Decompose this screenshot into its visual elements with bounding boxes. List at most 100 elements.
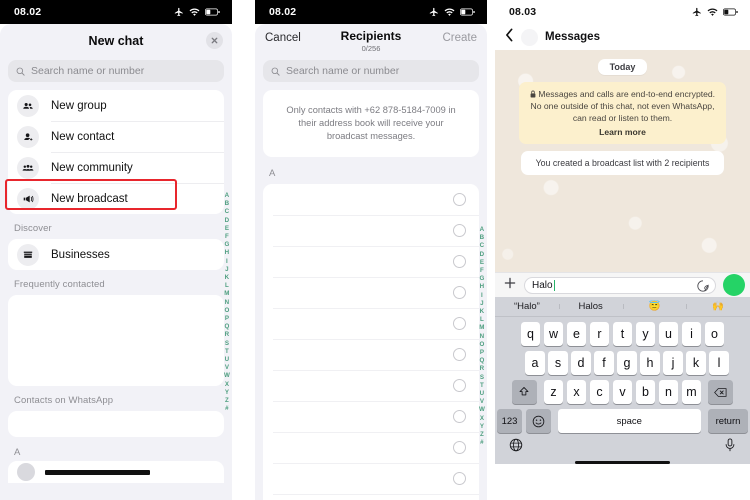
alphabet-index-letter[interactable]: C [225,208,230,216]
alphabet-index-letter[interactable]: O [224,307,229,315]
key-l[interactable]: l [709,351,729,375]
alphabet-index-letter[interactable]: T [225,348,229,356]
suggestion-item[interactable]: 🙌 [686,301,750,312]
contact-row[interactable] [263,494,479,500]
contact-row[interactable] [263,432,479,463]
suggestion-item[interactable]: 😇 [622,301,687,312]
alphabet-index-letter[interactable]: Q [224,323,229,331]
alphabet-index-letter[interactable]: I [226,258,228,266]
create-button[interactable]: Create [442,32,477,44]
alphabet-index-letter[interactable]: U [480,390,485,398]
select-radio[interactable] [453,224,466,237]
avatar[interactable] [521,28,538,46]
contact-row[interactable] [8,461,224,483]
alphabet-index-letter[interactable]: R [225,331,230,339]
alphabet-index-letter[interactable]: X [225,381,229,389]
alphabet-index-letter[interactable]: B [480,234,485,242]
key-s[interactable]: s [548,351,568,375]
contact-row[interactable] [263,463,479,494]
alphabet-index-letter[interactable]: F [225,233,229,241]
alphabet-index-letter[interactable]: # [225,405,229,413]
select-radio[interactable] [453,472,466,485]
alphabet-index-letter[interactable]: K [225,274,230,282]
alphabet-index-letter[interactable]: R [480,365,485,373]
search-input[interactable]: Search name or number [8,60,224,82]
contact-row[interactable] [263,308,479,339]
numeric-key[interactable]: 123 [497,409,522,433]
alphabet-index-letter[interactable]: U [225,356,230,364]
alphabet-index[interactable]: A B C D E F G H I J K L M N O P Q R S T U V W X Y Z # [224,192,230,413]
shift-key[interactable] [511,380,537,404]
backspace-key[interactable] [708,380,734,404]
mic-icon[interactable] [724,437,736,457]
close-icon[interactable] [206,32,223,49]
alphabet-index-letter[interactable]: O [479,341,484,349]
alphabet-index-letter[interactable]: J [480,300,484,308]
alphabet-index-letter[interactable]: I [481,292,483,300]
alphabet-index-letter[interactable]: M [224,290,229,298]
key-q[interactable]: q [520,322,541,346]
menu-item-businesses[interactable]: Businesses [8,239,224,270]
learn-more-link[interactable]: Learn more [528,126,717,138]
alphabet-index-letter[interactable]: E [480,259,484,267]
alphabet-index-letter[interactable]: B [225,200,230,208]
contact-row[interactable] [263,215,479,246]
suggestion-item[interactable]: “Halo” [495,301,559,312]
send-icon[interactable] [723,274,745,296]
message-input[interactable]: Halo [524,276,716,295]
key-a[interactable]: a [525,351,545,375]
suggestion-item[interactable]: Halos [558,301,623,312]
alphabet-index-letter[interactable]: G [479,275,484,283]
select-radio[interactable] [453,410,466,423]
select-radio[interactable] [453,317,466,330]
encryption-notice[interactable]: Messages and calls are end-to-end encryp… [519,82,726,144]
cancel-button[interactable]: Cancel [265,32,301,44]
alphabet-index-letter[interactable]: S [225,340,229,348]
key-v[interactable]: v [612,380,633,404]
key-w[interactable]: w [543,322,564,346]
key-k[interactable]: k [686,351,706,375]
contact-row[interactable] [263,339,479,370]
alphabet-index-letter[interactable]: N [225,299,230,307]
alphabet-index-letter[interactable]: Q [479,357,484,365]
alphabet-index-letter[interactable]: Y [225,389,229,397]
alphabet-index-letter[interactable]: W [479,406,485,414]
alphabet-index-letter[interactable]: F [480,267,484,275]
key-n[interactable]: n [658,380,679,404]
alphabet-index-letter[interactable]: Y [480,423,484,431]
alphabet-index-letter[interactable]: L [225,282,229,290]
contact-row[interactable] [263,401,479,432]
key-o[interactable]: o [704,322,725,346]
key-m[interactable]: m [681,380,702,404]
menu-item-new-contact[interactable]: New contact [8,121,224,152]
alphabet-index-letter[interactable]: J [225,266,229,274]
key-x[interactable]: x [566,380,587,404]
select-radio[interactable] [453,286,466,299]
key-e[interactable]: e [566,322,587,346]
alphabet-index-letter[interactable]: T [480,382,484,390]
alphabet-index-letter[interactable]: Z [480,431,484,439]
menu-item-new-community[interactable]: New community [8,152,224,183]
alphabet-index-letter[interactable]: # [480,439,484,447]
key-z[interactable]: z [543,380,564,404]
contact-row[interactable] [263,184,479,215]
alphabet-index-letter[interactable]: D [480,251,485,259]
menu-item-new-group[interactable]: New group [8,90,224,121]
space-key[interactable]: space [557,409,701,433]
alphabet-index-letter[interactable]: L [480,316,484,324]
select-radio[interactable] [453,255,466,268]
select-radio[interactable] [453,348,466,361]
select-radio[interactable] [453,193,466,206]
alphabet-index-letter[interactable]: P [480,349,484,357]
chevron-left-icon[interactable] [505,28,514,47]
alphabet-index-letter[interactable]: C [480,242,485,250]
key-j[interactable]: j [663,351,683,375]
return-key[interactable]: return [708,409,748,433]
alphabet-index-letter[interactable]: V [480,398,484,406]
alphabet-index-letter[interactable]: K [480,308,485,316]
alphabet-index-letter[interactable]: N [480,333,485,341]
menu-item-new-broadcast[interactable]: New broadcast [8,183,224,214]
key-r[interactable]: r [589,322,610,346]
sticker-icon[interactable] [697,279,709,295]
select-radio[interactable] [453,379,466,392]
